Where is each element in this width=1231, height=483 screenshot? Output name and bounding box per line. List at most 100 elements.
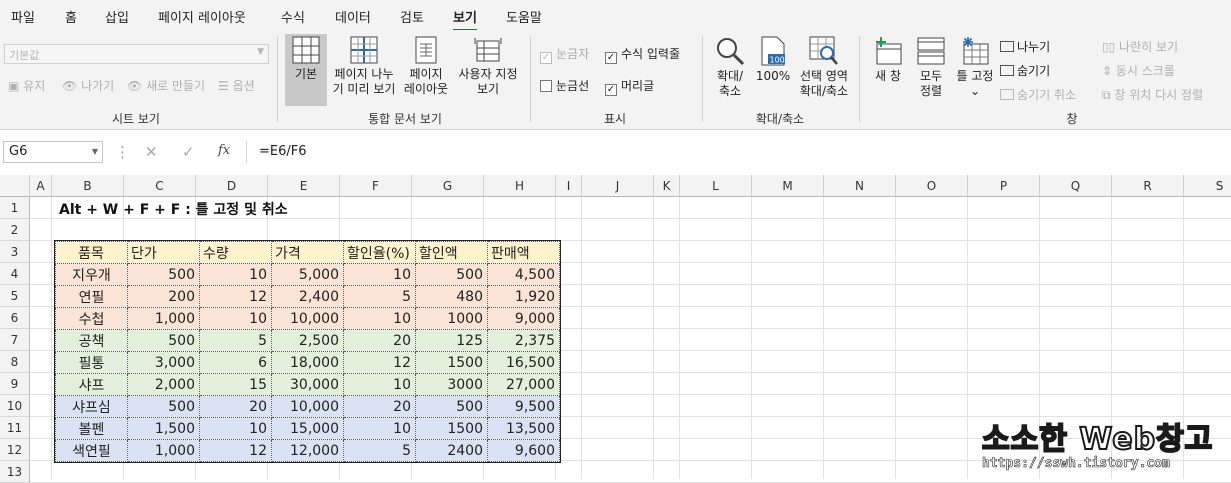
header-cell[interactable]: 할인액 bbox=[415, 241, 488, 264]
sync-scroll-button[interactable]: ⇕ 동시 스크롤 bbox=[1102, 62, 1175, 79]
value-cell[interactable]: 2,000 bbox=[127, 373, 200, 396]
value-cell[interactable]: 12,000 bbox=[271, 439, 344, 462]
column-header[interactable]: N bbox=[824, 175, 896, 197]
value-cell[interactable]: 13,500 bbox=[487, 417, 560, 440]
headings-checkbox[interactable]: ✓ 머리글 bbox=[605, 77, 654, 96]
column-header[interactable]: E bbox=[268, 175, 340, 197]
item-cell[interactable]: 지우개 bbox=[55, 263, 128, 286]
custom-views-button[interactable]: 사용자 지정 보기 bbox=[454, 34, 522, 106]
row-header[interactable]: 9 bbox=[0, 373, 30, 395]
value-cell[interactable]: 5 bbox=[199, 329, 272, 352]
row-header[interactable]: 6 bbox=[0, 307, 30, 329]
row-header[interactable]: 4 bbox=[0, 263, 30, 285]
select-all-corner[interactable] bbox=[0, 175, 30, 197]
value-cell[interactable]: 2,400 bbox=[271, 285, 344, 308]
value-cell[interactable]: 1,920 bbox=[487, 285, 560, 308]
value-cell[interactable]: 10 bbox=[199, 263, 272, 286]
freeze-panes-button[interactable]: 틀 고정 ⌄ bbox=[952, 34, 998, 106]
item-cell[interactable]: 샤프심 bbox=[55, 395, 128, 418]
column-header[interactable]: B bbox=[52, 175, 124, 197]
normal-view-button[interactable]: 기본 bbox=[285, 34, 327, 106]
cancel-icon[interactable]: ✕ bbox=[145, 143, 158, 161]
menu-formulas[interactable]: 수식 bbox=[281, 7, 305, 26]
column-header[interactable]: K bbox=[654, 175, 680, 197]
value-cell[interactable]: 10 bbox=[343, 263, 416, 286]
item-cell[interactable]: 연필 bbox=[55, 285, 128, 308]
split-button[interactable]: 나누기 bbox=[1000, 38, 1050, 55]
reset-position-button[interactable]: ⧉ 창 위치 다시 정렬 bbox=[1102, 86, 1203, 103]
column-header[interactable]: S bbox=[1184, 175, 1231, 197]
value-cell[interactable]: 10 bbox=[343, 417, 416, 440]
value-cell[interactable]: 1,500 bbox=[127, 417, 200, 440]
header-cell[interactable]: 판매액 bbox=[487, 241, 560, 264]
column-header[interactable]: A bbox=[30, 175, 52, 197]
gridlines-checkbox[interactable]: 눈금선 bbox=[540, 77, 589, 94]
item-cell[interactable]: 필통 bbox=[55, 351, 128, 374]
formula-bar-checkbox[interactable]: ✓ 수식 입력줄 bbox=[605, 45, 680, 64]
value-cell[interactable]: 9,000 bbox=[487, 307, 560, 330]
menu-view[interactable]: 보기 bbox=[453, 7, 477, 32]
item-cell[interactable]: 색연필 bbox=[55, 439, 128, 462]
row-header[interactable]: 10 bbox=[0, 395, 30, 417]
page-break-preview-button[interactable]: 페이지 나누 기 미리 보기 bbox=[330, 34, 398, 106]
value-cell[interactable]: 10 bbox=[343, 373, 416, 396]
keep-view-button[interactable]: ▣ 유지 bbox=[8, 77, 45, 94]
row-header[interactable]: 11 bbox=[0, 417, 30, 439]
item-cell[interactable]: 수첩 bbox=[55, 307, 128, 330]
column-header[interactable]: M bbox=[752, 175, 824, 197]
value-cell[interactable]: 6 bbox=[199, 351, 272, 374]
row-header[interactable]: 1 bbox=[0, 197, 30, 219]
value-cell[interactable]: 9,500 bbox=[487, 395, 560, 418]
value-cell[interactable]: 20 bbox=[343, 329, 416, 352]
new-view-button[interactable]: 👁 새로 만들기 bbox=[127, 77, 205, 94]
view-options-button[interactable]: ☰ 옵션 bbox=[218, 77, 255, 94]
value-cell[interactable]: 5 bbox=[343, 285, 416, 308]
zoom-button[interactable]: 확대/ 축소 bbox=[710, 34, 750, 106]
value-cell[interactable]: 1,000 bbox=[127, 307, 200, 330]
zoom-selection-button[interactable]: 선택 영역 확대/축소 bbox=[794, 34, 854, 106]
value-cell[interactable]: 30,000 bbox=[271, 373, 344, 396]
sheet-view-dropdown[interactable]: 기본값 ▼ bbox=[4, 44, 269, 64]
value-cell[interactable]: 5,000 bbox=[271, 263, 344, 286]
arrange-all-button[interactable]: 모두 정렬 bbox=[912, 34, 950, 106]
column-header[interactable]: P bbox=[968, 175, 1040, 197]
value-cell[interactable]: 500 bbox=[415, 263, 488, 286]
value-cell[interactable]: 480 bbox=[415, 285, 488, 308]
value-cell[interactable]: 12 bbox=[199, 439, 272, 462]
value-cell[interactable]: 2,500 bbox=[271, 329, 344, 352]
header-cell[interactable]: 단가 bbox=[127, 241, 200, 264]
row-header[interactable]: 12 bbox=[0, 439, 30, 461]
item-cell[interactable]: 샤프 bbox=[55, 373, 128, 396]
row-header[interactable]: 8 bbox=[0, 351, 30, 373]
value-cell[interactable]: 3000 bbox=[415, 373, 488, 396]
value-cell[interactable]: 15 bbox=[199, 373, 272, 396]
value-cell[interactable]: 2400 bbox=[415, 439, 488, 462]
value-cell[interactable]: 20 bbox=[343, 395, 416, 418]
value-cell[interactable]: 10 bbox=[199, 417, 272, 440]
value-cell[interactable]: 500 bbox=[127, 263, 200, 286]
column-header[interactable]: R bbox=[1112, 175, 1184, 197]
value-cell[interactable]: 10 bbox=[199, 307, 272, 330]
ruler-checkbox[interactable]: ✓ 눈금자 bbox=[540, 45, 589, 64]
menu-help[interactable]: 도움말 bbox=[506, 7, 542, 26]
value-cell[interactable]: 1500 bbox=[415, 351, 488, 374]
column-header[interactable]: G bbox=[412, 175, 484, 197]
value-cell[interactable]: 10,000 bbox=[271, 307, 344, 330]
formula-input[interactable]: =E6/F6 bbox=[246, 141, 1231, 163]
row-header[interactable]: 2 bbox=[0, 219, 30, 241]
column-header[interactable]: C bbox=[124, 175, 196, 197]
name-box[interactable]: G6 ▼ bbox=[3, 141, 103, 163]
item-cell[interactable]: 공책 bbox=[55, 329, 128, 352]
value-cell[interactable]: 10,000 bbox=[271, 395, 344, 418]
row-header[interactable]: 5 bbox=[0, 285, 30, 307]
value-cell[interactable]: 5 bbox=[343, 439, 416, 462]
value-cell[interactable]: 4,500 bbox=[487, 263, 560, 286]
row-header[interactable]: 3 bbox=[0, 241, 30, 263]
column-header[interactable]: J bbox=[582, 175, 654, 197]
value-cell[interactable]: 16,500 bbox=[487, 351, 560, 374]
value-cell[interactable]: 500 bbox=[415, 395, 488, 418]
value-cell[interactable]: 1500 bbox=[415, 417, 488, 440]
menu-page-layout[interactable]: 페이지 레이아웃 bbox=[158, 7, 246, 26]
header-cell[interactable]: 수량 bbox=[199, 241, 272, 264]
menu-insert[interactable]: 삽입 bbox=[105, 7, 129, 26]
